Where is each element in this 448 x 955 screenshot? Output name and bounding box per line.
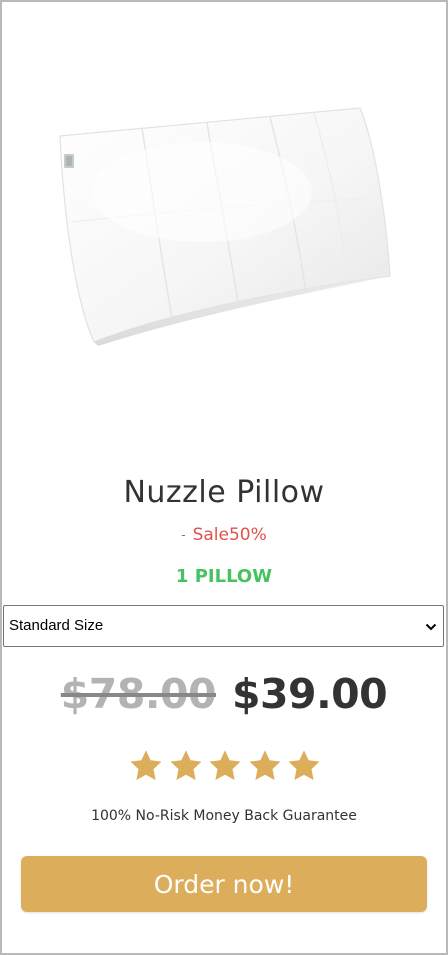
star-rating xyxy=(128,748,322,786)
product-card: Nuzzle Pillow - Sale50% 1 PILLOW Standard… xyxy=(0,0,448,955)
star-icon xyxy=(130,750,162,780)
sale-dash: - xyxy=(181,528,186,542)
order-now-button[interactable]: Order now! xyxy=(21,856,427,912)
size-select[interactable]: Standard Size xyxy=(3,605,444,647)
star-icon xyxy=(249,750,280,780)
star-icon xyxy=(209,750,241,780)
old-price: $78.00 xyxy=(60,670,217,718)
price-block: $78.00 $39.00 xyxy=(2,670,446,718)
bundle-quantity-label: 1 PILLOW xyxy=(175,566,273,587)
star-icon xyxy=(288,750,320,780)
sale-badge: Sale50% xyxy=(192,525,267,545)
star-icon xyxy=(170,750,201,780)
sale-line: - Sale50% xyxy=(2,525,446,545)
product-title: Nuzzle Pillow xyxy=(123,475,325,510)
chevron-down-icon xyxy=(425,620,437,632)
guarantee-text: 100% No-Risk Money Back Guarantee xyxy=(91,808,357,824)
pillow-product-image xyxy=(2,2,446,462)
new-price: $39.00 xyxy=(232,670,388,718)
size-select-value: Standard Size xyxy=(9,617,104,634)
